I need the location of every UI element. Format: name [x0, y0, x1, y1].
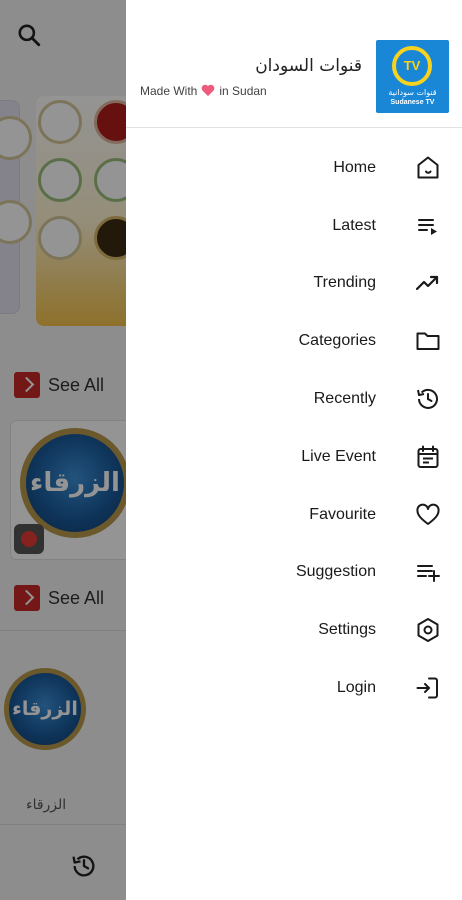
tv-badge: TV: [392, 46, 432, 86]
history-icon: [414, 385, 442, 413]
menu-item-settings[interactable]: Settings: [126, 601, 462, 659]
playlist-add-icon: [414, 558, 442, 586]
menu-item-label: Login: [336, 679, 376, 697]
menu-item-latest[interactable]: Latest: [126, 197, 462, 255]
drawer-menu: Home Latest Trending Categories Recently: [126, 139, 462, 717]
heart-icon: [201, 85, 215, 98]
made-with-tagline: Made With in Sudan: [140, 84, 267, 98]
menu-item-label: Recently: [313, 390, 376, 408]
menu-item-trending[interactable]: Trending: [126, 255, 462, 313]
made-with-prefix: Made With: [140, 84, 198, 98]
heart-icon: [414, 501, 442, 529]
menu-item-label: Live Event: [301, 447, 376, 465]
calendar-icon: [414, 443, 442, 471]
drawer-header: قنوات السودان Made With in Sudan TV قنوا…: [126, 0, 462, 128]
menu-item-label: Trending: [313, 274, 376, 292]
made-with-suffix: in Sudan: [219, 84, 267, 98]
logo-caption-ar: قنوات سودانية: [388, 88, 437, 97]
menu-item-label: Latest: [332, 216, 376, 234]
menu-item-live-event[interactable]: Live Event: [126, 428, 462, 486]
menu-item-categories[interactable]: Categories: [126, 312, 462, 370]
home-icon: [414, 154, 442, 182]
menu-item-suggestion[interactable]: Suggestion: [126, 544, 462, 602]
menu-item-recently[interactable]: Recently: [126, 370, 462, 428]
logo-caption-en: Sudanese TV: [390, 99, 435, 106]
navigation-drawer: قنوات السودان Made With in Sudan TV قنوا…: [126, 0, 462, 900]
menu-item-favourite[interactable]: Favourite: [126, 486, 462, 544]
app-title: قنوات السودان: [255, 56, 362, 76]
trending-up-icon: [414, 269, 442, 297]
menu-item-label: Home: [333, 158, 376, 176]
menu-item-label: Suggestion: [295, 563, 376, 581]
menu-item-login[interactable]: Login: [126, 659, 462, 717]
playlist-icon: [414, 212, 442, 240]
app-logo: TV قنوات سودانية Sudanese TV: [376, 40, 449, 113]
folder-icon: [414, 327, 442, 355]
menu-item-label: Categories: [298, 332, 376, 350]
menu-item-label: Favourite: [309, 505, 376, 523]
menu-item-home[interactable]: Home: [126, 139, 462, 197]
login-icon: [414, 674, 442, 702]
menu-item-label: Settings: [318, 621, 376, 639]
settings-icon: [414, 616, 442, 644]
